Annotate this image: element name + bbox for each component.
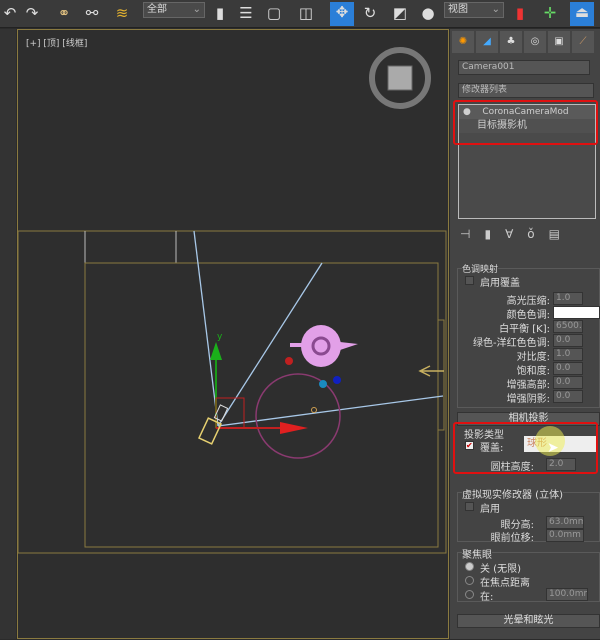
remove-modifier-icon[interactable]: ǒ bbox=[527, 227, 534, 241]
scale-icon[interactable]: ◩ bbox=[390, 3, 410, 23]
color-tint-label: 颜色色调: bbox=[506, 310, 550, 321]
contrast-label: 对比度: bbox=[516, 352, 550, 363]
window-crossing-icon[interactable]: ◫ bbox=[296, 3, 316, 23]
link-icon[interactable]: ⚭ bbox=[54, 3, 74, 23]
enhance-highlights-label: 增强高部: bbox=[506, 380, 550, 391]
green-magenta-tint-label: 绿色-洋红色色调: bbox=[473, 338, 550, 349]
command-panel-tabs: ✺ ◢ ♣ ◎ ▣ ⟋ bbox=[452, 31, 600, 53]
unlink-icon[interactable]: ⚯ bbox=[82, 3, 102, 23]
modifier-list-dropdown[interactable]: 修改器列表 bbox=[458, 83, 594, 98]
light-arrow bbox=[418, 365, 444, 377]
eye-offset-label: 眼前位移: bbox=[490, 533, 534, 544]
pin-stack-icon[interactable]: ⊣ bbox=[460, 227, 470, 241]
eye-separation-spinner[interactable]: 63.0mm bbox=[546, 516, 584, 529]
green-magenta-tint-spinner[interactable]: 0.0 bbox=[553, 334, 583, 347]
select-by-name-icon[interactable]: ☰ bbox=[236, 3, 256, 23]
enhance-shadows-label: 增强阴影: bbox=[506, 394, 550, 405]
viewport-top[interactable]: [+] [顶] [线框] y bbox=[17, 29, 449, 639]
light-cyan[interactable] bbox=[319, 380, 327, 388]
bloom-glare-rollout[interactable]: 光晕和眩光 bbox=[457, 614, 600, 628]
show-end-result-icon[interactable]: ▮ bbox=[484, 227, 491, 241]
target-circle bbox=[255, 373, 341, 459]
viewcube[interactable] bbox=[369, 47, 431, 109]
svg-text:y: y bbox=[217, 332, 223, 342]
vr-enable-checkbox[interactable] bbox=[465, 502, 474, 511]
main-toolbar: ↶ ↷ ⚭ ⚯ ≋ 全部 ⌄ ▮ ☰ ▢ ◫ ✥ ↻ ◩ ● 视图 ⌄ ▮ ✛ ⏏ bbox=[0, 0, 600, 28]
bloom-glare-title: 光晕和眩光 bbox=[503, 615, 554, 626]
redo-icon[interactable]: ↷ bbox=[22, 3, 42, 23]
selection-filter-dropdown[interactable]: 全部 ⌄ bbox=[143, 2, 205, 18]
selection-filter-value: 全部 bbox=[147, 4, 167, 15]
modify-tab-icon[interactable]: ◢ bbox=[476, 31, 498, 53]
bind-space-warp-icon[interactable]: ≋ bbox=[112, 3, 132, 23]
enable-override-label: 启用覆盖 bbox=[480, 278, 520, 289]
focus-title: 聚焦眼 bbox=[462, 546, 492, 561]
white-balance-spinner[interactable]: 6500.0 bbox=[553, 320, 583, 333]
vr-enable-label: 启用 bbox=[480, 504, 500, 515]
object-name-input[interactable]: Camera001 bbox=[458, 60, 590, 75]
enhance-highlights-spinner[interactable]: 0.0 bbox=[553, 376, 583, 389]
rect-select-icon[interactable]: ▢ bbox=[264, 3, 284, 23]
focus-at-spinner[interactable]: 100.0mm bbox=[546, 588, 588, 601]
utilities-tab-icon[interactable]: ⟋ bbox=[572, 31, 594, 53]
motion-tab-icon[interactable]: ◎ bbox=[524, 31, 546, 53]
focus-distance-label: 在焦点距离 bbox=[480, 578, 530, 589]
make-unique-icon[interactable]: ∀ bbox=[505, 227, 513, 241]
saturation-spinner[interactable]: 0.0 bbox=[553, 362, 583, 375]
light-red[interactable] bbox=[285, 357, 293, 365]
rotate-icon[interactable]: ↻ bbox=[360, 3, 380, 23]
undo-icon[interactable]: ↶ bbox=[0, 3, 20, 23]
saturation-label: 饱和度: bbox=[516, 366, 550, 377]
focus-infinite-radio[interactable] bbox=[465, 562, 474, 571]
create-tab-icon[interactable]: ✺ bbox=[452, 31, 474, 53]
display-tab-icon[interactable]: ▣ bbox=[548, 31, 570, 53]
viewport-canvas: y bbox=[18, 47, 447, 554]
focus-at-radio[interactable] bbox=[465, 590, 474, 599]
highlight-box bbox=[453, 100, 598, 145]
move-icon[interactable]: ✥ bbox=[330, 2, 354, 26]
axis-constraint-icon[interactable]: ✛ bbox=[540, 3, 560, 23]
safe-frame bbox=[18, 230, 447, 554]
focus-at-label: 在: bbox=[480, 592, 494, 603]
enable-override-checkbox[interactable] bbox=[465, 276, 474, 285]
camera-object[interactable] bbox=[198, 404, 229, 445]
stack-toolbar: ⊣ ▮ ∀ ǒ ▤ bbox=[460, 227, 598, 241]
highlight-compression-spinner[interactable]: 1.0 bbox=[553, 292, 583, 305]
focus-infinite-label: 关 (无限) bbox=[480, 564, 521, 575]
focus-distance-radio[interactable] bbox=[465, 576, 474, 585]
snap-icon[interactable]: ⏏ bbox=[570, 2, 594, 26]
reference-coord-value: 视图 bbox=[448, 4, 468, 15]
pivot-center-icon[interactable]: ▮ bbox=[510, 3, 530, 23]
left-toolstrip bbox=[0, 29, 16, 639]
reference-coord-dropdown[interactable]: 视图 ⌄ bbox=[444, 2, 504, 18]
contrast-spinner[interactable]: 1.0 bbox=[553, 348, 583, 361]
highlight-box bbox=[453, 422, 598, 474]
teapot[interactable] bbox=[290, 325, 358, 367]
hierarchy-tab-icon[interactable]: ♣ bbox=[500, 31, 522, 53]
white-balance-label: 白平衡 [K]: bbox=[499, 324, 550, 335]
eye-offset-spinner[interactable]: 0.0mm bbox=[546, 529, 584, 542]
light-blue[interactable] bbox=[333, 376, 341, 384]
enhance-shadows-spinner[interactable]: 0.0 bbox=[553, 390, 583, 403]
color-tint-swatch[interactable] bbox=[553, 306, 600, 319]
configure-sets-icon[interactable]: ▤ bbox=[549, 227, 560, 241]
move-gizmo[interactable]: y bbox=[210, 332, 308, 434]
select-object-icon[interactable]: ▮ bbox=[210, 3, 230, 23]
camera-target[interactable] bbox=[311, 407, 317, 413]
highlight-compression-label: 高光压缩: bbox=[506, 296, 550, 307]
pivot-icon[interactable]: ● bbox=[418, 3, 438, 23]
vr-title: 虚拟现实修改器 (立体) bbox=[462, 486, 563, 501]
